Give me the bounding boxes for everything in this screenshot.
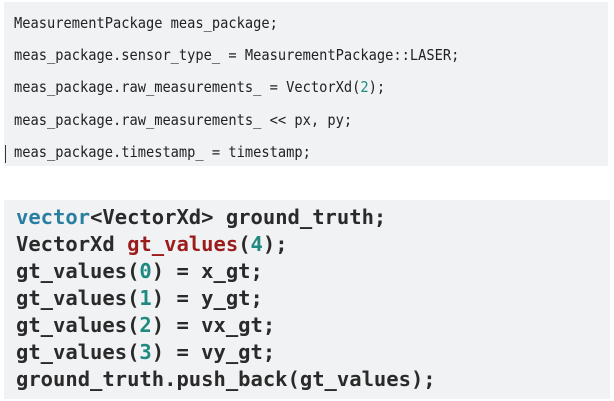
code-keyword: vector [16, 205, 91, 229]
code-block-ground-truth: vector<VectorXd> ground_truth; VectorXd … [4, 200, 610, 399]
code-number: 2 [139, 313, 152, 337]
code-line: vector<VectorXd> ground_truth; [16, 204, 610, 231]
code-line: ground_truth.push_back(gt_values); [16, 367, 436, 391]
code-text: gt_values( [16, 313, 140, 337]
code-line: gt_values(1) = y_gt; [16, 285, 610, 312]
code-number: 0 [139, 259, 152, 283]
code-text: gt_values( [16, 259, 140, 283]
code-text: ); [368, 78, 386, 97]
code-text: <VectorXd> ground_truth; [90, 205, 387, 229]
code-text: gt_values( [16, 340, 140, 364]
code-line: meas_package.raw_measurements_ << px, py… [14, 110, 353, 129]
code-text: ) = vx_gt; [151, 313, 276, 337]
code-line: MeasurementPackage meas_package; [14, 14, 278, 32]
code-text: gt_values( [16, 286, 140, 310]
code-number: 3 [139, 340, 152, 364]
code-line: gt_values(3) = vy_gt; [16, 339, 610, 366]
code-line: meas_package.timestamp_ = timestamp; [14, 142, 311, 161]
code-number: 1 [139, 286, 152, 310]
text-cursor [5, 145, 6, 163]
code-line: gt_values(2) = vx_gt; [16, 312, 610, 339]
code-text: ); [262, 232, 288, 256]
code-line: meas_package.raw_measurements_ = VectorX… [14, 71, 543, 103]
code-text: meas_package.raw_measurements_ = VectorX… [14, 78, 361, 97]
code-line: gt_values(0) = x_gt; [16, 258, 610, 285]
code-block-measurement: MeasurementPackage meas_package; meas_pa… [4, 2, 608, 166]
code-line: meas_package.sensor_type_ = MeasurementP… [14, 46, 460, 65]
code-text: ) = y_gt; [151, 286, 263, 310]
code-text: VectorXd [16, 232, 128, 256]
code-text: ) = vy_gt; [151, 340, 276, 364]
code-line: VectorXd gt_values(4); [16, 231, 610, 258]
code-number: 4 [250, 232, 263, 256]
code-text: ) = x_gt; [151, 259, 263, 283]
code-text: ( [238, 232, 251, 256]
code-function-name: gt_values [127, 232, 239, 256]
